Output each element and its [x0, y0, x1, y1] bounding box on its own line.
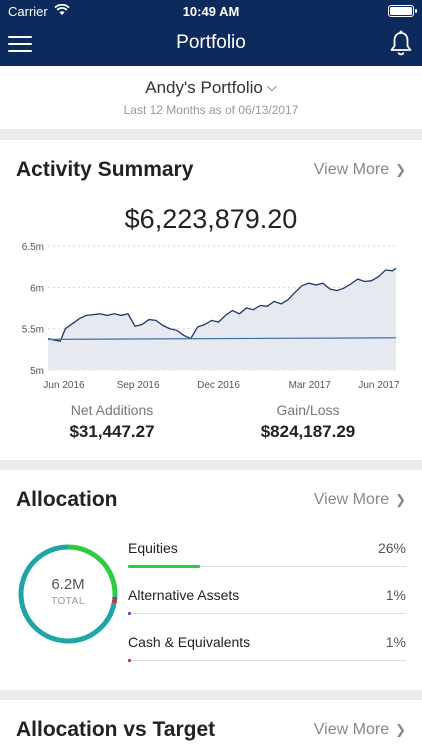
allocation-vs-target-title: Allocation vs Target [16, 718, 216, 741]
bell-icon[interactable] [388, 30, 414, 58]
chevron-down-icon: ⌵ [266, 79, 277, 94]
activity-view-more-link[interactable]: View More ❯ [314, 161, 406, 179]
activity-summary-card: Activity Summary View More ❯ $6,223,879.2… [0, 140, 422, 460]
navigation-bar: Portfolio [0, 26, 422, 62]
allocation-total-amount: 6.2M [51, 576, 85, 593]
allocation-bar [128, 565, 201, 568]
app-screen: Carrier 10:49 AM Portfolio Andy's Portfo… [0, 0, 422, 750]
y-tick-label: 5m [30, 366, 44, 377]
net-additions-label: Net Additions [70, 402, 154, 418]
top-bar: Carrier 10:49 AM Portfolio [0, 0, 422, 66]
allocation-vs-target-card: Allocation vs Target View More ❯ [0, 700, 422, 750]
status-bar: Carrier 10:49 AM [0, 0, 422, 22]
x-tick-label: Sep 2016 [117, 380, 160, 391]
chevron-right-icon: ❯ [395, 722, 406, 737]
allocation-row-name: Alternative Assets [128, 587, 240, 603]
allocation-view-more-link[interactable]: View More ❯ [314, 491, 406, 509]
allocation-row-percent: 1% [385, 634, 406, 650]
allocation-row-equities[interactable]: Equities 26% [128, 540, 406, 580]
page-title: Portfolio [176, 32, 246, 53]
allocation-row-cash-equivalents[interactable]: Cash & Equivalents 1% [128, 634, 406, 674]
activity-summary-title: Activity Summary [16, 158, 194, 181]
gain-loss-label: Gain/Loss [276, 402, 340, 418]
portfolio-name: Andy's Portfolio [145, 78, 263, 97]
gain-loss-value: $824,187.29 [260, 422, 356, 441]
target-view-more-link[interactable]: View More ❯ [314, 721, 406, 739]
y-tick-label: 6.5m [22, 242, 44, 253]
clock-time: 10:49 AM [182, 4, 240, 19]
allocation-title: Allocation [16, 488, 118, 511]
x-tick-label: Jun 2017 [358, 380, 400, 391]
x-tick-label: Mar 2017 [289, 380, 332, 391]
y-tick-label: 5.5m [22, 325, 44, 336]
allocation-total-label: TOTAL [51, 596, 85, 607]
allocation-track [128, 613, 406, 614]
view-more-label: View More [313, 721, 390, 738]
chevron-right-icon: ❯ [395, 492, 406, 507]
x-tick-label: Dec 2016 [197, 380, 240, 391]
allocation-row-percent: 26% [377, 540, 406, 556]
x-tick-label: Jun 2016 [43, 380, 85, 391]
allocation-bar [128, 659, 131, 662]
allocation-row-alternative-assets[interactable]: Alternative Assets 1% [128, 587, 406, 627]
view-more-label: View More [313, 491, 390, 508]
y-tick-label: 6m [30, 283, 44, 294]
battery-icon [388, 5, 417, 17]
portfolio-date-range: Last 12 Months as of 06/13/2017 [123, 103, 299, 117]
gain-loss-stat: Gain/Loss $824,187.29 [218, 402, 398, 442]
allocation-bar [128, 612, 131, 615]
allocation-card: Allocation View More ❯ 6.2M TOTAL Equitie… [0, 470, 422, 690]
allocation-track [128, 660, 406, 661]
allocation-row-name: Cash & Equivalents [128, 634, 251, 650]
allocation-row-name: Equities [128, 540, 178, 556]
portfolio-selector[interactable]: Andy's Portfolio ⌵ [0, 78, 422, 98]
net-additions-stat: Net Additions $31,447.27 [22, 402, 202, 442]
portfolio-selector-card: Andy's Portfolio ⌵ Last 12 Months as of 0… [0, 66, 422, 129]
portfolio-total-value: $6,223,879.20 [124, 204, 298, 234]
chevron-right-icon: ❯ [395, 162, 406, 177]
allocation-row-percent: 1% [385, 587, 406, 603]
activity-chart: 6.5m 6m 5.5m 5m Jun 2016 Sep 2016 Dec 2016 Mar … [22, 242, 400, 391]
net-additions-value: $31,447.27 [69, 422, 155, 441]
donut-center: 6.2M TOTAL [16, 542, 120, 646]
view-more-label: View More [313, 161, 390, 178]
